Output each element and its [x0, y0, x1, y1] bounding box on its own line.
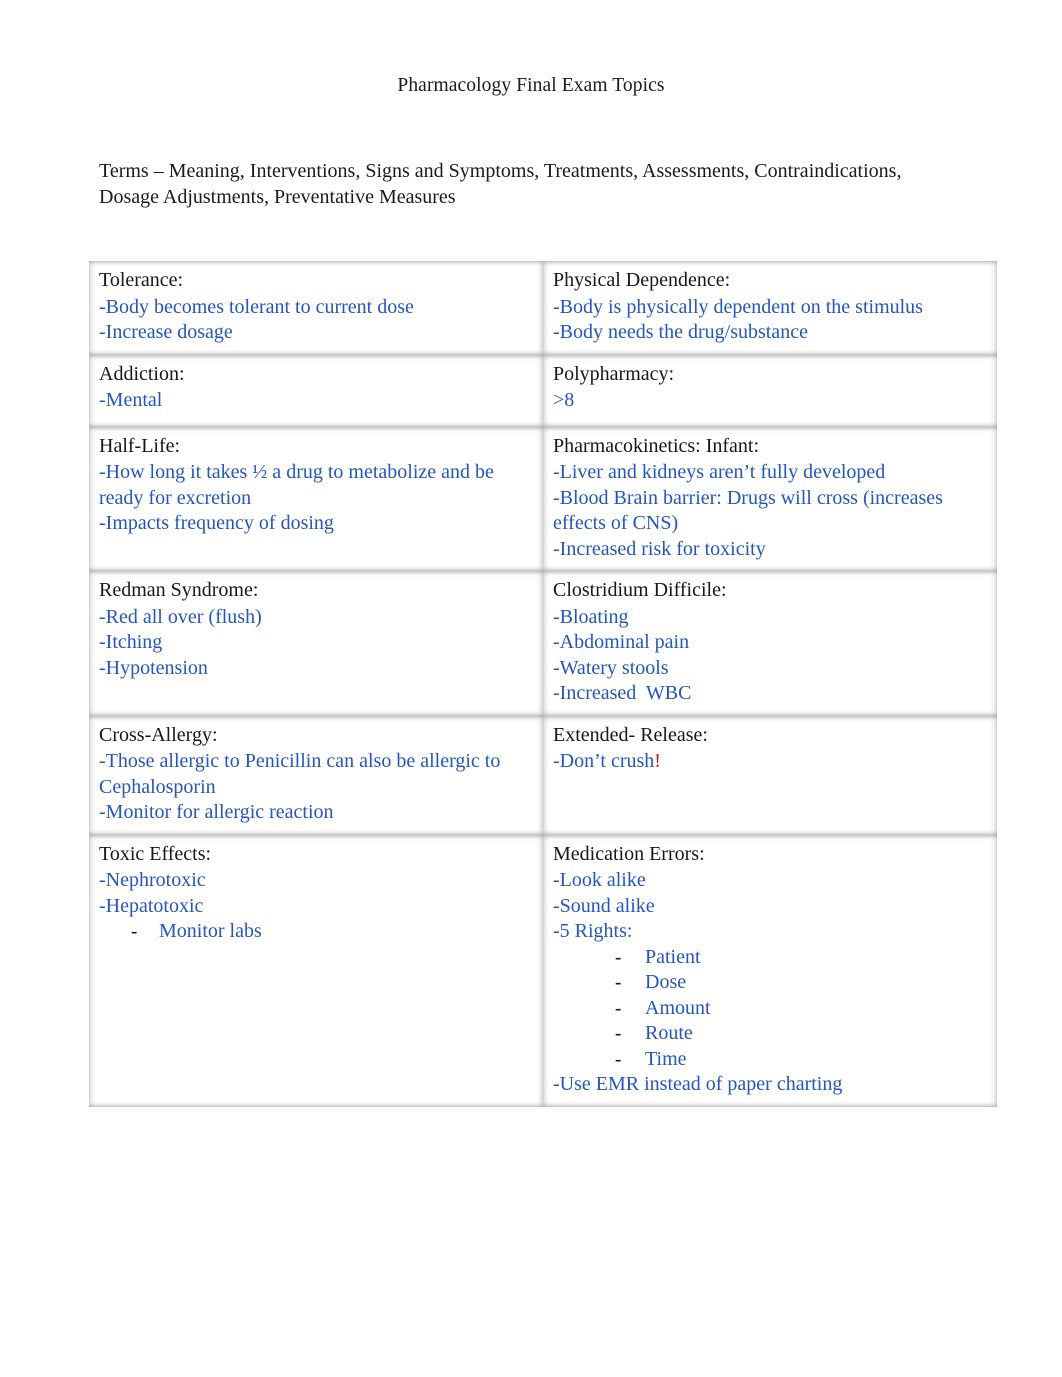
detail-line: -Watery stools — [553, 656, 669, 679]
list-item: Amount — [553, 996, 987, 1022]
detail-line: -Increased WBC — [553, 682, 692, 704]
table-cell-half-life: Half-Life: -How long it takes ½ a drug t… — [89, 426, 543, 571]
term-label: Toxic Effects: — [99, 842, 212, 865]
detail-line: -Don’t crush! — [553, 749, 987, 775]
detail-line: -Impacts frequency of dosing — [99, 512, 334, 534]
table-cell-physical-dependence: Physical Dependence: -Body is physically… — [543, 261, 997, 355]
term-label: Half-Life: — [99, 434, 181, 457]
table-cell-tolerance: Tolerance: -Body becomes tolerant to cur… — [89, 261, 543, 355]
detail-line: -Red all over (flush) — [99, 605, 262, 628]
table-row: Toxic Effects: -Nephrotoxic -Hepatotoxic… — [89, 834, 997, 1107]
term-label: Extended- Release: — [553, 723, 708, 746]
detail-line: -Body is physically dependent on the sti… — [553, 295, 923, 318]
five-rights-list: Patient Dose Amount Route Time — [553, 945, 987, 1073]
detail-line: -Liver and kidneys aren’t fully develope… — [553, 461, 886, 483]
detail-line: >8 — [553, 389, 575, 411]
table-row: Addiction: -Mental Polypharmacy: >8 — [89, 354, 997, 427]
detail-line: -Bloating — [553, 605, 629, 628]
table-cell-cross-allergy: Cross-Allergy: -Those allergic to Penici… — [89, 715, 543, 835]
term-label: Redman Syndrome: — [99, 579, 259, 601]
term-label: Polypharmacy: — [553, 362, 675, 385]
term-label: Cross-Allergy: — [99, 723, 218, 746]
detail-line: -Increased risk for toxicity — [553, 537, 766, 560]
term-label: Clostridium Difficile: — [553, 579, 727, 601]
detail-line: -Body becomes tolerant to current dose — [99, 295, 414, 318]
list-item: Time — [553, 1047, 987, 1073]
cell-spacer — [99, 414, 533, 418]
table-cell-extended-release: Extended- Release: -Don’t crush! — [543, 715, 997, 835]
topics-table: Tolerance: -Body becomes tolerant to cur… — [89, 261, 997, 1107]
detail-line: -Body needs the drug/substance — [553, 321, 808, 343]
detail-line: -Hepatotoxic — [99, 894, 204, 917]
term-label: Pharmacokinetics: Infant: — [553, 434, 760, 457]
table-row: Cross-Allergy: -Those allergic to Penici… — [89, 715, 997, 835]
term-label: Physical Dependence: — [553, 269, 731, 291]
intro-paragraph: Terms – Meaning, Interventions, Signs an… — [99, 160, 902, 208]
detail-line-text: -Don’t crush — [553, 750, 655, 772]
table-cell-addiction: Addiction: -Mental — [89, 354, 543, 427]
page-title: Pharmacology Final Exam Topics — [397, 75, 665, 96]
detail-line: -5 Rights: — [553, 920, 633, 942]
detail-line: -Hypotension — [99, 656, 208, 679]
detail-line: -Mental — [99, 389, 163, 411]
detail-line: -Look alike — [553, 869, 646, 891]
table-cell-toxic-effects: Toxic Effects: -Nephrotoxic -Hepatotoxic… — [89, 834, 543, 1107]
list-item: Route — [553, 1021, 987, 1047]
emphasis-exclamation: ! — [654, 750, 661, 772]
list-item: Dose — [553, 970, 987, 996]
term-label: Medication Errors: — [553, 842, 705, 865]
topics-table-wrapper: Tolerance: -Body becomes tolerant to cur… — [89, 261, 997, 1107]
cell-spacer — [553, 775, 987, 805]
document-page: Pharmacology Final Exam Topics Terms – M… — [0, 0, 1062, 1377]
detail-line: -Increase dosage — [99, 321, 233, 343]
table-cell-medication-errors: Medication Errors: -Look alike -Sound al… — [543, 834, 997, 1107]
detail-line: -Sound alike — [553, 894, 655, 917]
cell-spacer — [553, 414, 987, 418]
detail-line: -Use EMR instead of paper charting — [553, 1073, 843, 1095]
table-cell-clostridium-difficile: Clostridium Difficile: -Bloating -Abdomi… — [543, 571, 997, 716]
table-row: Redman Syndrome: -Red all over (flush) -… — [89, 571, 997, 716]
detail-line: -Itching — [99, 631, 163, 653]
detail-line: -Abdominal pain — [553, 631, 690, 653]
term-label: Tolerance: — [99, 269, 184, 291]
term-label: Addiction: — [99, 362, 185, 385]
cell-spacer — [99, 945, 533, 1007]
table-cell-polypharmacy: Polypharmacy: >8 — [543, 354, 997, 427]
list-item: Patient — [553, 945, 987, 971]
detail-line: -Monitor for allergic reaction — [99, 801, 334, 823]
cell-spacer — [99, 1007, 533, 1069]
list-item: Monitor labs — [99, 919, 533, 945]
sub-bullet-list: Monitor labs — [99, 919, 533, 945]
detail-line: -How long it takes ½ a drug to metaboliz… — [99, 461, 499, 509]
table-cell-pharmacokinetics-infant: Pharmacokinetics: Infant: -Liver and kid… — [543, 426, 997, 571]
table-row: Half-Life: -How long it takes ½ a drug t… — [89, 426, 997, 571]
detail-line: -Blood Brain barrier: Drugs will cross (… — [553, 486, 948, 535]
table-row: Tolerance: -Body becomes tolerant to cur… — [89, 261, 997, 355]
detail-line: -Nephrotoxic — [99, 869, 206, 891]
detail-line: -Those allergic to Penicillin can also b… — [99, 750, 506, 798]
table-cell-redman-syndrome: Redman Syndrome: -Red all over (flush) -… — [89, 571, 543, 716]
